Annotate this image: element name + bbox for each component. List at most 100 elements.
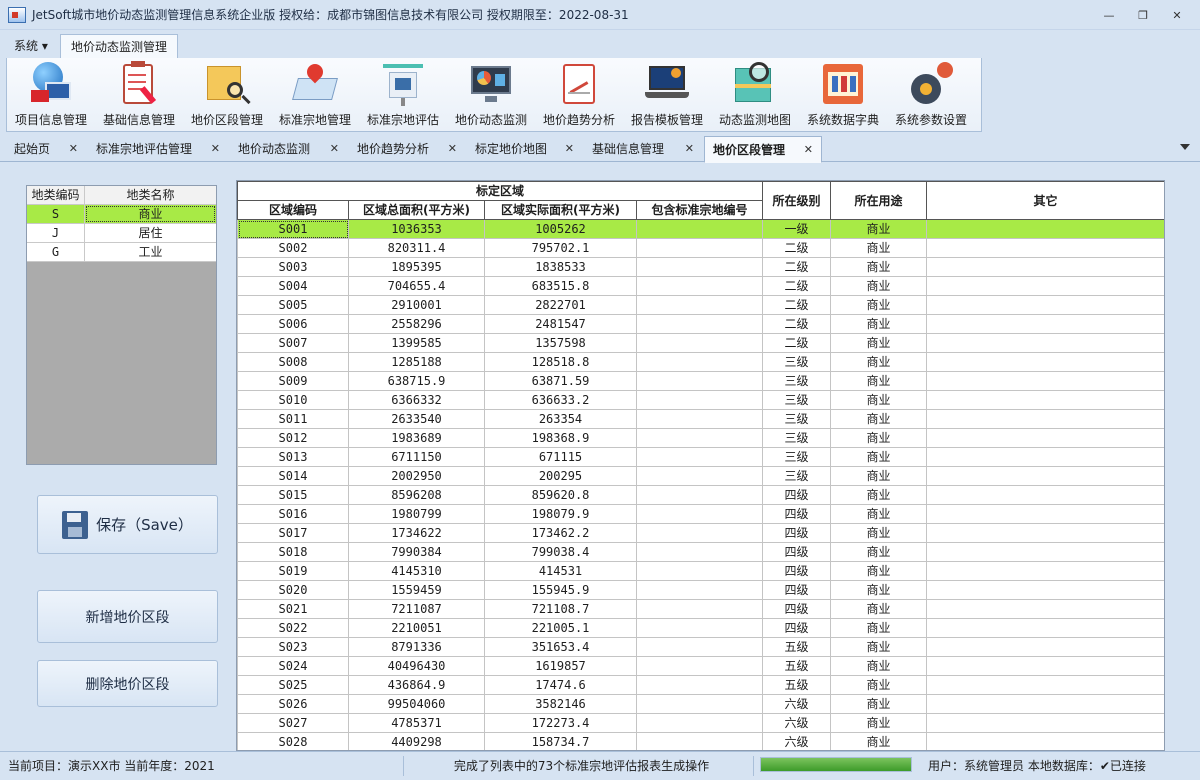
doc-tab-4[interactable]: 地价趋势分析 ✕ [349,136,465,162]
total-area-cell[interactable]: 4409298 [348,732,485,750]
parcel-ids-cell[interactable] [635,504,764,524]
area-code-cell[interactable]: S010 [237,390,349,410]
area-code-cell[interactable]: S024 [237,656,349,676]
level-cell[interactable]: 三级 [762,447,832,467]
other-cell[interactable] [926,219,1164,239]
area-code-cell[interactable]: S003 [237,257,349,277]
actual-area-cell[interactable]: 2481547 [484,314,637,334]
usage-cell[interactable]: 商业 [830,371,928,391]
total-area-cell[interactable]: 2002950 [348,466,485,486]
total-area-cell[interactable]: 436864.9 [348,675,485,695]
area-code-cell[interactable]: S006 [237,314,349,334]
land-type-row[interactable]: S 商业 [27,205,216,224]
tab-close-icon[interactable]: ✕ [211,136,220,162]
level-cell[interactable]: 四级 [762,523,832,543]
parcel-ids-cell[interactable] [635,295,764,315]
total-area-cell[interactable]: 8596208 [348,485,485,505]
area-code-cell[interactable]: S012 [237,428,349,448]
usage-cell[interactable]: 商业 [830,675,928,695]
table-row[interactable]: S020 1559459 155945.9 四级 商业 [237,580,1164,600]
usage-cell[interactable]: 商业 [830,542,928,562]
area-code-cell[interactable]: S013 [237,447,349,467]
total-area-cell[interactable]: 6711150 [348,447,485,467]
doc-tab-6[interactable]: 基础信息管理 ✕ [584,136,702,162]
total-area-cell[interactable]: 4145310 [348,561,485,581]
column-header-actual-area[interactable]: 区域实际面积(平方米) [484,200,637,220]
parcel-ids-cell[interactable] [635,390,764,410]
other-cell[interactable] [926,694,1164,714]
usage-cell[interactable]: 商业 [830,295,928,315]
table-row[interactable]: S018 7990384 799038.4 四级 商业 [237,542,1164,562]
total-area-cell[interactable]: 40496430 [348,656,485,676]
total-area-cell[interactable]: 1036353 [348,219,485,239]
ribbon-button-2[interactable]: 基础信息管理 [95,60,183,130]
level-cell[interactable]: 一级 [762,219,832,239]
level-cell[interactable]: 三级 [762,390,832,410]
other-cell[interactable] [926,333,1164,353]
table-row[interactable]: S011 2633540 263354 三级 商业 [237,409,1164,429]
other-cell[interactable] [926,447,1164,467]
tab-close-icon[interactable]: ✕ [448,136,457,162]
column-header-usage[interactable]: 所在用途 [830,181,928,220]
parcel-ids-cell[interactable] [635,523,764,543]
tab-close-icon[interactable]: ✕ [685,136,694,162]
level-cell[interactable]: 三级 [762,352,832,372]
total-area-cell[interactable]: 7211087 [348,599,485,619]
delete-segment-button[interactable]: 删除地价区段 [37,660,218,707]
table-row[interactable]: S010 6366332 636633.2 三级 商业 [237,390,1164,410]
actual-area-cell[interactable]: 414531 [484,561,637,581]
table-row[interactable]: S008 1285188 128518.8 三级 商业 [237,352,1164,372]
usage-cell[interactable]: 商业 [830,257,928,277]
total-area-cell[interactable]: 1980799 [348,504,485,524]
ribbon-button-6[interactable]: 地价动态监测 [447,60,535,130]
actual-area-cell[interactable]: 799038.4 [484,542,637,562]
level-cell[interactable]: 五级 [762,675,832,695]
parcel-ids-cell[interactable] [635,238,764,258]
close-button[interactable]: ✕ [1162,5,1192,25]
parcel-ids-cell[interactable] [635,599,764,619]
actual-area-cell[interactable]: 721108.7 [484,599,637,619]
parcel-ids-cell[interactable] [635,371,764,391]
other-cell[interactable] [926,314,1164,334]
actual-area-cell[interactable]: 683515.8 [484,276,637,296]
usage-cell[interactable]: 商业 [830,561,928,581]
area-code-cell[interactable]: S020 [237,580,349,600]
usage-cell[interactable]: 商业 [830,276,928,296]
other-cell[interactable] [926,599,1164,619]
area-code-cell[interactable]: S027 [237,713,349,733]
area-code-cell[interactable]: S008 [237,352,349,372]
table-row[interactable]: S012 1983689 198368.9 三级 商业 [237,428,1164,448]
actual-area-cell[interactable]: 1005262 [484,219,637,239]
area-code-cell[interactable]: S001 [237,219,349,239]
usage-cell[interactable]: 商业 [830,694,928,714]
table-row[interactable]: S027 4785371 172273.4 六级 商业 [237,713,1164,733]
area-code-cell[interactable]: S005 [237,295,349,315]
ribbon-button-5[interactable]: 标准宗地评估 [359,60,447,130]
tab-close-icon[interactable]: ✕ [804,137,813,163]
parcel-ids-cell[interactable] [635,713,764,733]
parcel-ids-cell[interactable] [635,732,764,750]
other-cell[interactable] [926,428,1164,448]
total-area-cell[interactable]: 8791336 [348,637,485,657]
table-row[interactable]: S007 1399585 1357598 二级 商业 [237,333,1164,353]
table-row[interactable]: S024 40496430 1619857 五级 商业 [237,656,1164,676]
level-cell[interactable]: 六级 [762,694,832,714]
table-row[interactable]: S017 1734622 173462.2 四级 商业 [237,523,1164,543]
actual-area-cell[interactable]: 158734.7 [484,732,637,750]
usage-cell[interactable]: 商业 [830,732,928,750]
table-row[interactable]: S005 2910001 2822701 二级 商业 [237,295,1164,315]
level-cell[interactable]: 二级 [762,333,832,353]
level-cell[interactable]: 三级 [762,466,832,486]
other-cell[interactable] [926,409,1164,429]
table-row[interactable]: S016 1980799 198079.9 四级 商业 [237,504,1164,524]
level-cell[interactable]: 四级 [762,561,832,581]
area-code-cell[interactable]: S019 [237,561,349,581]
other-cell[interactable] [926,732,1164,750]
area-code-cell[interactable]: S018 [237,542,349,562]
parcel-ids-cell[interactable] [635,618,764,638]
menu-system[interactable]: 系统 ▾ [4,34,58,58]
parcel-ids-cell[interactable] [635,694,764,714]
total-area-cell[interactable]: 1399585 [348,333,485,353]
ribbon-button-11[interactable]: 系统参数设置 [887,60,975,130]
usage-cell[interactable]: 商业 [830,637,928,657]
